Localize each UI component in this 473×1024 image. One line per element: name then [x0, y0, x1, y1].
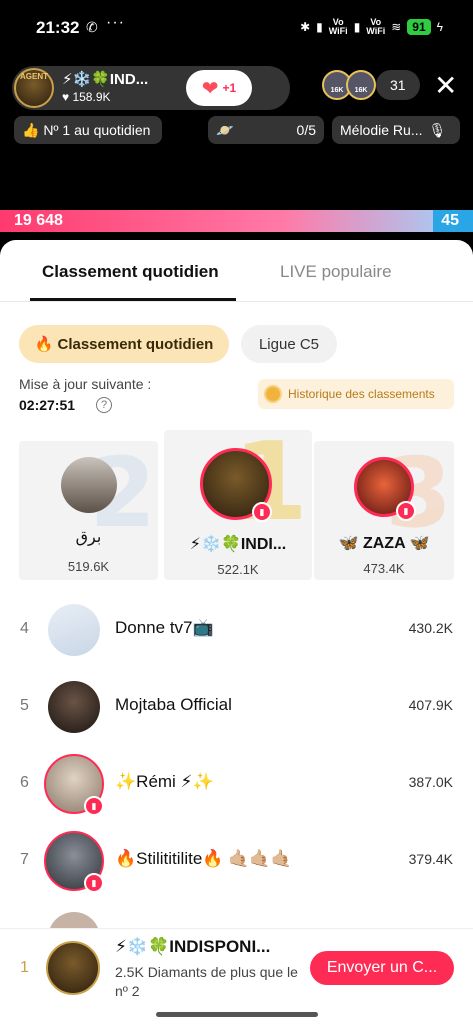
list-item-name: Donne tv7📺 — [115, 618, 214, 637]
viewer-count[interactable]: 31 — [376, 70, 420, 100]
host-avatar[interactable]: AGENT — [14, 68, 54, 108]
goal-chip[interactable]: 🪐 0/5 — [208, 116, 324, 144]
music-icon: 🎙 — [428, 121, 447, 138]
status-bar: 21:32 ✆ ··· ✱ ▮ Vo WiFi ▮ Vo WiFi ≋ 91 ϟ — [0, 0, 473, 60]
close-icon[interactable]: ✕ — [434, 70, 457, 102]
list-item[interactable]: 4 Donne tv7📺 430.2K — [0, 592, 473, 668]
list-item-name: Mojtaba Official — [115, 695, 232, 714]
status-icons: ✱ ▮ Vo WiFi ▮ Vo WiFi ≋ 91 ϟ — [300, 18, 443, 36]
list-item-score: 430.2K — [408, 620, 453, 636]
rank-number: 4 — [20, 620, 29, 637]
list-item-score: 407.9K — [408, 697, 453, 713]
tab-bar: Classement quotidien LIVE populaire — [0, 240, 473, 302]
daily-rank-chip[interactable]: 👍 Nº 1 au quotidien — [14, 116, 162, 144]
more-notifications-icon: ··· — [106, 14, 125, 31]
tab-daily-ranking[interactable]: Classement quotidien — [42, 262, 219, 282]
help-icon[interactable]: ? — [96, 397, 112, 413]
clock: 21:32 — [36, 18, 80, 37]
list-item-score: 387.0K — [408, 774, 453, 790]
send-gift-button[interactable]: Envoyer un C... — [310, 951, 454, 985]
avatar[interactable] — [61, 457, 117, 513]
rank-number: 7 — [20, 851, 29, 868]
list-item[interactable]: 6 ▮ ✨Rémi ⚡✨ 387.0K — [0, 746, 473, 822]
live-indicator-icon: ▮ — [396, 501, 416, 521]
charging-icon: ϟ — [436, 20, 443, 34]
tab-popular-live[interactable]: LIVE populaire — [280, 262, 392, 282]
avatar[interactable] — [48, 604, 100, 656]
my-lead-text: 2.5K Diamants de plus que le nº 2 — [115, 964, 298, 999]
song-title: Mélodie Ru... — [340, 122, 423, 138]
avatar[interactable] — [48, 681, 100, 733]
whatsapp-icon: ✆ — [86, 19, 98, 35]
ranking-history-label: Historique des classements — [288, 387, 435, 401]
list-item-name: 🔥Stilititilite🔥 🤙🏼🤙🏼🤙🏼 — [115, 849, 292, 868]
list-item[interactable]: 7 ▮ 🔥Stilititilite🔥 🤙🏼🤙🏼🤙🏼 379.4K — [0, 823, 473, 899]
active-tab-indicator — [30, 298, 236, 301]
like-button-label: +1 — [222, 81, 237, 95]
league-filter[interactable]: Ligue C5 — [241, 325, 337, 363]
ranking-history-button[interactable]: Historique des classements — [258, 379, 454, 409]
live-progress-bar: 19 648 45 — [0, 210, 473, 232]
signal-icon: ▮ — [316, 20, 323, 34]
host-name: ⚡❄️🍀IND... — [62, 71, 149, 88]
battery-indicator: 91 — [407, 19, 431, 35]
next-update-time: 02:27:51 — [19, 397, 76, 413]
signal-icon-2: ▮ — [353, 20, 361, 34]
live-indicator-icon: ▮ — [84, 796, 104, 816]
wifi-icon: ≋ — [391, 20, 402, 34]
list-item-name: ✨Rémi ⚡✨ — [115, 772, 214, 791]
vowifi-label-1: Vo WiFi — [328, 17, 348, 36]
rank-number: 5 — [20, 697, 29, 714]
list-item-score: 379.4K — [408, 851, 453, 867]
ranking-sheet: Classement quotidien LIVE populaire 🔥 Cl… — [0, 240, 473, 1024]
medal-icon — [264, 385, 282, 403]
planet-icon: 🪐 — [216, 121, 234, 138]
viewer-list[interactable]: 16K 16K 31 — [322, 70, 420, 100]
next-update-label: Mise à jour suivante : — [19, 376, 152, 392]
like-button[interactable]: ❤ +1 — [186, 70, 252, 106]
progress-right-value: 45 — [441, 212, 459, 229]
list-item[interactable]: 5 Mojtaba Official 407.9K — [0, 669, 473, 745]
goal-progress: 0/5 — [296, 122, 316, 138]
live-indicator-icon: ▮ — [84, 873, 104, 893]
viewer-avatar[interactable]: 16K — [346, 70, 376, 100]
podium-third[interactable]: 3 ▮ 🦋 ZAZA 🦋 473.4K — [314, 441, 454, 580]
podium-name: برق — [75, 529, 102, 546]
avatar[interactable] — [46, 941, 100, 995]
host-likes: ♥ 158.9K — [62, 90, 111, 104]
daily-ranking-filter[interactable]: 🔥 Classement quotidien — [19, 325, 229, 363]
live-indicator-icon: ▮ — [252, 502, 272, 522]
home-indicator[interactable] — [156, 1012, 318, 1017]
podium-score: 522.1K — [217, 562, 259, 577]
my-rank-number: 1 — [20, 959, 29, 976]
rank-number: 6 — [20, 774, 29, 791]
podium-score: 473.4K — [363, 561, 405, 576]
podium-score: 519.6K — [67, 559, 110, 574]
progress-left-value: 19 648 — [14, 212, 63, 229]
my-name: ⚡❄️🍀INDISPONI... — [115, 937, 271, 956]
podium-name: 🦋 ZAZA 🦋 — [338, 535, 430, 552]
podium-second[interactable]: 2 برق 519.6K — [19, 441, 158, 580]
podium-first[interactable]: 1 ▮ ⚡❄️🍀INDI... 522.1K — [164, 430, 312, 580]
bluetooth-icon: ✱ — [300, 20, 311, 34]
my-rank-bar: 1 ⚡❄️🍀INDISPONI... 2.5K Diamants de plus… — [0, 928, 473, 1024]
music-chip[interactable]: Mélodie Ru... 🎙 — [332, 116, 460, 144]
heart-icon: ❤ — [201, 77, 219, 100]
vowifi-label-2: Vo WiFi — [366, 17, 386, 36]
podium-name: ⚡❄️🍀INDI... — [189, 536, 287, 553]
